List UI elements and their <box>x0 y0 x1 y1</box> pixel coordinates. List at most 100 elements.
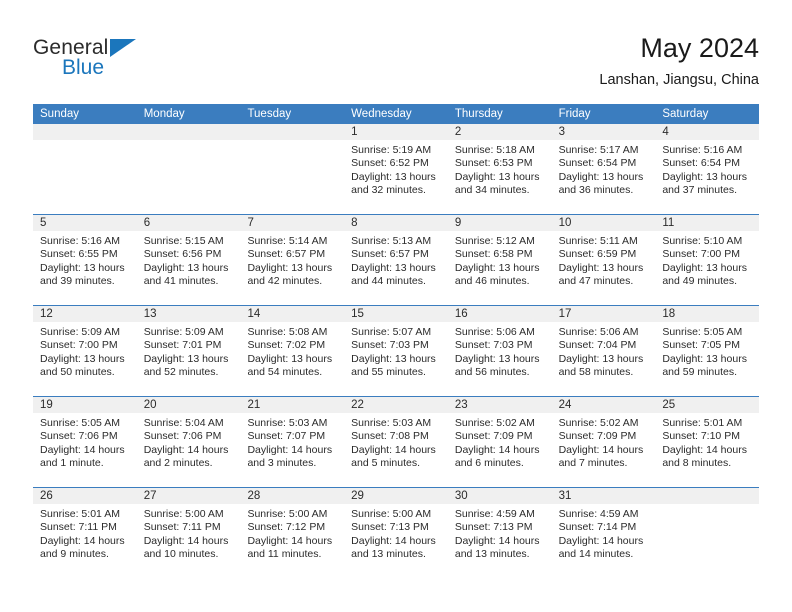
triangle-flag-icon <box>110 39 136 57</box>
calendar-day-cell[interactable]: 24 Sunrise: 5:02 AM Sunset: 7:09 PM Dayligh… <box>551 397 656 487</box>
day-detail-line: Sunset: 7:00 PM <box>40 339 118 352</box>
calendar-day-cell[interactable]: 3 Sunrise: 5:17 AM Sunset: 6:54 PM Daylight… <box>551 124 656 214</box>
day-detail-line: Sunset: 6:54 PM <box>558 157 637 170</box>
day-number <box>136 124 241 140</box>
calendar-day-cell[interactable]: 2 Sunrise: 5:18 AM Sunset: 6:53 PM Daylight… <box>447 124 552 214</box>
calendar-day-cell[interactable]: 7 Sunrise: 5:14 AM Sunset: 6:57 PM Daylight… <box>240 215 345 305</box>
day-detail-line: Daylight: 13 hours <box>454 170 540 183</box>
day-details: Sunrise: 4:59 AM Sunset: 7:14 PM Daylight:… <box>552 504 656 562</box>
calendar-day-cell[interactable]: 8 Sunrise: 5:13 AM Sunset: 6:57 PM Daylight… <box>344 215 448 305</box>
day-number: 17 <box>551 306 656 322</box>
day-detail-line: and 32 minutes. <box>351 184 426 197</box>
day-detail-line: and 50 minutes. <box>40 366 115 379</box>
day-detail-line: Daylight: 13 hours <box>247 352 333 365</box>
calendar-day-cell[interactable]: 29 Sunrise: 5:00 AM Sunset: 7:13 PM Dayligh… <box>344 488 448 578</box>
calendar-day-cell[interactable]: 20 Sunrise: 5:04 AM Sunset: 7:06 PM Dayligh… <box>136 397 241 487</box>
calendar-day-cell[interactable]: 13 Sunrise: 5:09 AM Sunset: 7:01 PM Dayligh… <box>136 306 241 396</box>
day-details: Sunrise: 5:02 AM Sunset: 7:09 PM Daylight:… <box>448 413 552 471</box>
day-details: Sunrise: 5:06 AM Sunset: 7:03 PM Daylight:… <box>448 322 552 380</box>
day-detail-line: Sunrise: 5:03 AM <box>247 417 328 429</box>
day-details: Sunrise: 5:15 AM Sunset: 6:56 PM Daylight:… <box>137 231 241 289</box>
calendar-day-cell[interactable]: 18 Sunrise: 5:05 AM Sunset: 7:05 PM Dayligh… <box>655 306 760 396</box>
calendar-day-cell[interactable]: 15 Sunrise: 5:07 AM Sunset: 7:03 PM Dayligh… <box>344 306 448 396</box>
day-number: 26 <box>33 488 137 504</box>
brand-logo[interactable]: General Blue <box>33 36 213 86</box>
calendar-day-cell[interactable]: 6 Sunrise: 5:15 AM Sunset: 6:56 PM Daylight… <box>136 215 241 305</box>
calendar-day-cell[interactable]: 27 Sunrise: 5:00 AM Sunset: 7:11 PM Dayligh… <box>136 488 241 578</box>
calendar-day-cell[interactable]: 11 Sunrise: 5:10 AM Sunset: 7:00 PM Dayligh… <box>655 215 760 305</box>
day-details: Sunrise: 5:03 AM Sunset: 7:07 PM Daylight:… <box>240 413 344 471</box>
day-number: 14 <box>240 306 345 322</box>
day-detail-line: Daylight: 13 hours <box>351 170 436 183</box>
calendar-week-row: 12 Sunrise: 5:09 AM Sunset: 7:00 PM Dayligh… <box>33 305 760 396</box>
day-details: Sunrise: 5:05 AM Sunset: 7:05 PM Daylight:… <box>655 322 759 380</box>
day-details: Sunrise: 5:13 AM Sunset: 6:57 PM Daylight:… <box>344 231 448 289</box>
day-details <box>655 504 759 508</box>
calendar-day-cell[interactable]: 22 Sunrise: 5:03 AM Sunset: 7:08 PM Dayligh… <box>344 397 448 487</box>
day-detail-line: Daylight: 14 hours <box>351 443 436 456</box>
day-detail-line: Daylight: 13 hours <box>454 261 540 274</box>
day-detail-line: Sunset: 6:59 PM <box>558 248 637 261</box>
calendar-week-row: 5 Sunrise: 5:16 AM Sunset: 6:55 PM Daylight… <box>33 214 760 305</box>
day-detail-line: Daylight: 14 hours <box>247 534 333 547</box>
day-detail-line: Sunset: 6:57 PM <box>351 248 429 261</box>
day-detail-line: Sunrise: 5:00 AM <box>143 508 224 520</box>
day-details <box>240 140 344 144</box>
day-detail-line: Sunrise: 5:13 AM <box>351 235 432 247</box>
day-number: 16 <box>447 306 552 322</box>
day-detail-line: Daylight: 13 hours <box>662 352 747 365</box>
calendar-day-cell[interactable]: 28 Sunrise: 5:00 AM Sunset: 7:12 PM Dayligh… <box>240 488 345 578</box>
day-detail-line: and 8 minutes. <box>662 457 732 470</box>
day-details: Sunrise: 5:01 AM Sunset: 7:11 PM Daylight:… <box>33 504 137 562</box>
calendar-day-cell[interactable]: 1 Sunrise: 5:19 AM Sunset: 6:52 PM Daylight… <box>344 124 448 214</box>
calendar-day-cell[interactable]: 12 Sunrise: 5:09 AM Sunset: 7:00 PM Dayligh… <box>33 306 137 396</box>
calendar-day-cell[interactable]: 19 Sunrise: 5:05 AM Sunset: 7:06 PM Dayligh… <box>33 397 137 487</box>
day-detail-line: Sunrise: 5:00 AM <box>247 508 328 520</box>
day-detail-line: Sunrise: 5:17 AM <box>558 144 639 156</box>
calendar-day-cell[interactable]: 21 Sunrise: 5:03 AM Sunset: 7:07 PM Dayligh… <box>240 397 345 487</box>
day-number: 6 <box>136 215 241 231</box>
calendar-day-cell[interactable]: 10 Sunrise: 5:11 AM Sunset: 6:59 PM Dayligh… <box>551 215 656 305</box>
brand-name-blue: Blue <box>62 56 105 79</box>
day-number: 12 <box>33 306 137 322</box>
calendar-day-cell[interactable]: 23 Sunrise: 5:02 AM Sunset: 7:09 PM Dayligh… <box>447 397 552 487</box>
day-number: 10 <box>551 215 656 231</box>
day-details: Sunrise: 5:17 AM Sunset: 6:54 PM Daylight:… <box>552 140 656 198</box>
day-details: Sunrise: 5:00 AM Sunset: 7:11 PM Daylight:… <box>137 504 241 562</box>
day-number: 7 <box>240 215 345 231</box>
calendar-day-cell[interactable]: 25 Sunrise: 5:01 AM Sunset: 7:10 PM Dayligh… <box>655 397 760 487</box>
page-subtitle: Lanshan, Jiangsu, China <box>599 72 759 88</box>
day-detail-line: and 34 minutes. <box>454 184 530 197</box>
calendar-day-cell[interactable]: 4 Sunrise: 5:16 AM Sunset: 6:54 PM Daylight… <box>655 124 760 214</box>
day-number: 22 <box>344 397 448 413</box>
day-number: 5 <box>33 215 137 231</box>
day-detail-line: Sunset: 7:04 PM <box>558 339 637 352</box>
day-details: Sunrise: 5:09 AM Sunset: 7:01 PM Daylight:… <box>137 322 241 380</box>
day-detail-line: and 37 minutes. <box>662 184 738 197</box>
calendar-day-cell[interactable]: 16 Sunrise: 5:06 AM Sunset: 7:03 PM Dayligh… <box>447 306 552 396</box>
day-detail-line: and 41 minutes. <box>143 275 219 288</box>
calendar-day-cell[interactable]: 17 Sunrise: 5:06 AM Sunset: 7:04 PM Dayligh… <box>551 306 656 396</box>
day-detail-line: Sunset: 7:10 PM <box>662 430 740 443</box>
day-detail-line: Daylight: 14 hours <box>662 443 747 456</box>
calendar-day-cell[interactable]: 31 Sunrise: 4:59 AM Sunset: 7:14 PM Dayligh… <box>551 488 656 578</box>
day-detail-line: Sunrise: 5:01 AM <box>662 417 743 429</box>
day-detail-line: Sunrise: 4:59 AM <box>454 508 535 520</box>
day-detail-line: and 58 minutes. <box>558 366 634 379</box>
day-detail-line: Daylight: 14 hours <box>40 443 125 456</box>
day-detail-line: and 39 minutes. <box>40 275 115 288</box>
day-detail-line: Daylight: 14 hours <box>558 534 644 547</box>
day-detail-line: Sunrise: 5:16 AM <box>662 144 743 156</box>
day-detail-line: and 5 minutes. <box>351 457 421 470</box>
calendar-day-cell[interactable]: 30 Sunrise: 4:59 AM Sunset: 7:13 PM Dayligh… <box>447 488 552 578</box>
day-detail-line: Daylight: 13 hours <box>143 352 229 365</box>
day-number <box>655 488 760 504</box>
day-detail-line: Sunrise: 5:14 AM <box>247 235 328 247</box>
calendar-day-cell[interactable]: 26 Sunrise: 5:01 AM Sunset: 7:11 PM Dayligh… <box>33 488 137 578</box>
day-detail-line: Sunset: 7:02 PM <box>247 339 326 352</box>
day-detail-line: Sunset: 7:11 PM <box>143 521 221 534</box>
day-details: Sunrise: 5:12 AM Sunset: 6:58 PM Daylight:… <box>448 231 552 289</box>
calendar-day-cell[interactable]: 9 Sunrise: 5:12 AM Sunset: 6:58 PM Daylight… <box>447 215 552 305</box>
calendar-day-cell[interactable]: 5 Sunrise: 5:16 AM Sunset: 6:55 PM Daylight… <box>33 215 137 305</box>
calendar-day-cell[interactable]: 14 Sunrise: 5:08 AM Sunset: 7:02 PM Dayligh… <box>240 306 345 396</box>
